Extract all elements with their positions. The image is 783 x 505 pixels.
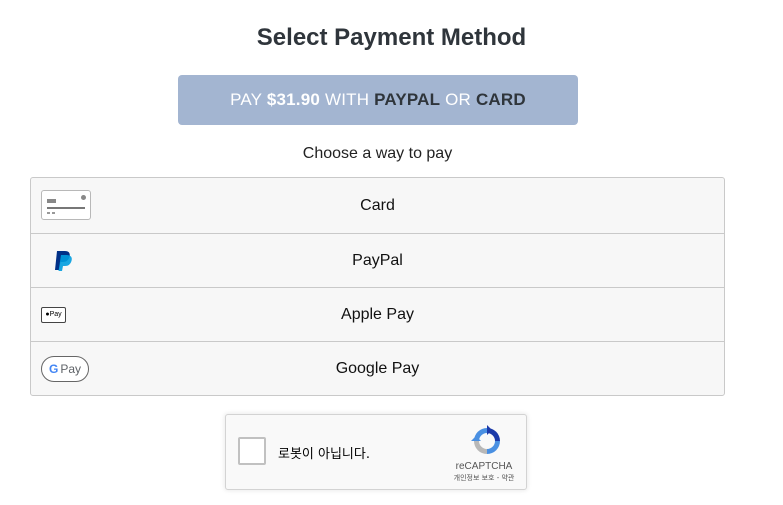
paypal-icon [54,250,74,272]
pay-button-or: OR [440,90,476,109]
page-title: Select Payment Method [256,24,527,51]
pay-button-option-card: CARD [475,90,526,109]
apple-pay-icon-text: Pay [49,311,62,318]
pay-button-amount: $31.90 [266,90,321,109]
recaptcha-label: 로봇이 아닙니다. [278,447,370,462]
choose-way-label: Choose a way to pay [302,145,453,162]
google-pay-icon-text: Pay [60,362,82,376]
pay-button-option-paypal: PAYPAL [374,90,441,109]
pay-button-prefix: PAY [230,90,267,109]
payment-method-label: Apple Pay [341,306,414,323]
google-pay-icon: G Pay [41,356,89,382]
google-g-icon: G [48,362,59,376]
payment-method-label: Google Pay [335,360,420,377]
pay-button-with: WITH [320,90,375,109]
recaptcha-logo-icon [471,425,503,457]
recaptcha-checkbox[interactable] [238,437,266,465]
payment-method-apple-pay[interactable]: ●Pay Apple Pay [31,287,724,342]
payment-method-paypal[interactable]: PayPal [31,233,724,288]
payment-method-label: Card [360,196,395,214]
payment-method-list: Card PayPal ●Pay Apple Pay G Pay Google … [30,177,725,396]
credit-card-icon [41,190,91,220]
payment-method-card[interactable]: Card [31,178,724,233]
recaptcha-privacy-terms-links[interactable]: 개인정보 보호 - 약관 [444,473,524,483]
recaptcha-brand: reCAPTCHA [455,461,513,472]
apple-pay-icon: ●Pay [41,307,66,323]
recaptcha-widget: 로봇이 아닙니다. reCAPTCHA 개인정보 보호 - 약관 [225,414,527,490]
payment-method-google-pay[interactable]: G Pay Google Pay [31,341,724,396]
pay-button[interactable]: PAY $31.90 WITH PAYPAL OR CARD [178,75,578,125]
payment-method-label: PayPal [352,252,403,269]
